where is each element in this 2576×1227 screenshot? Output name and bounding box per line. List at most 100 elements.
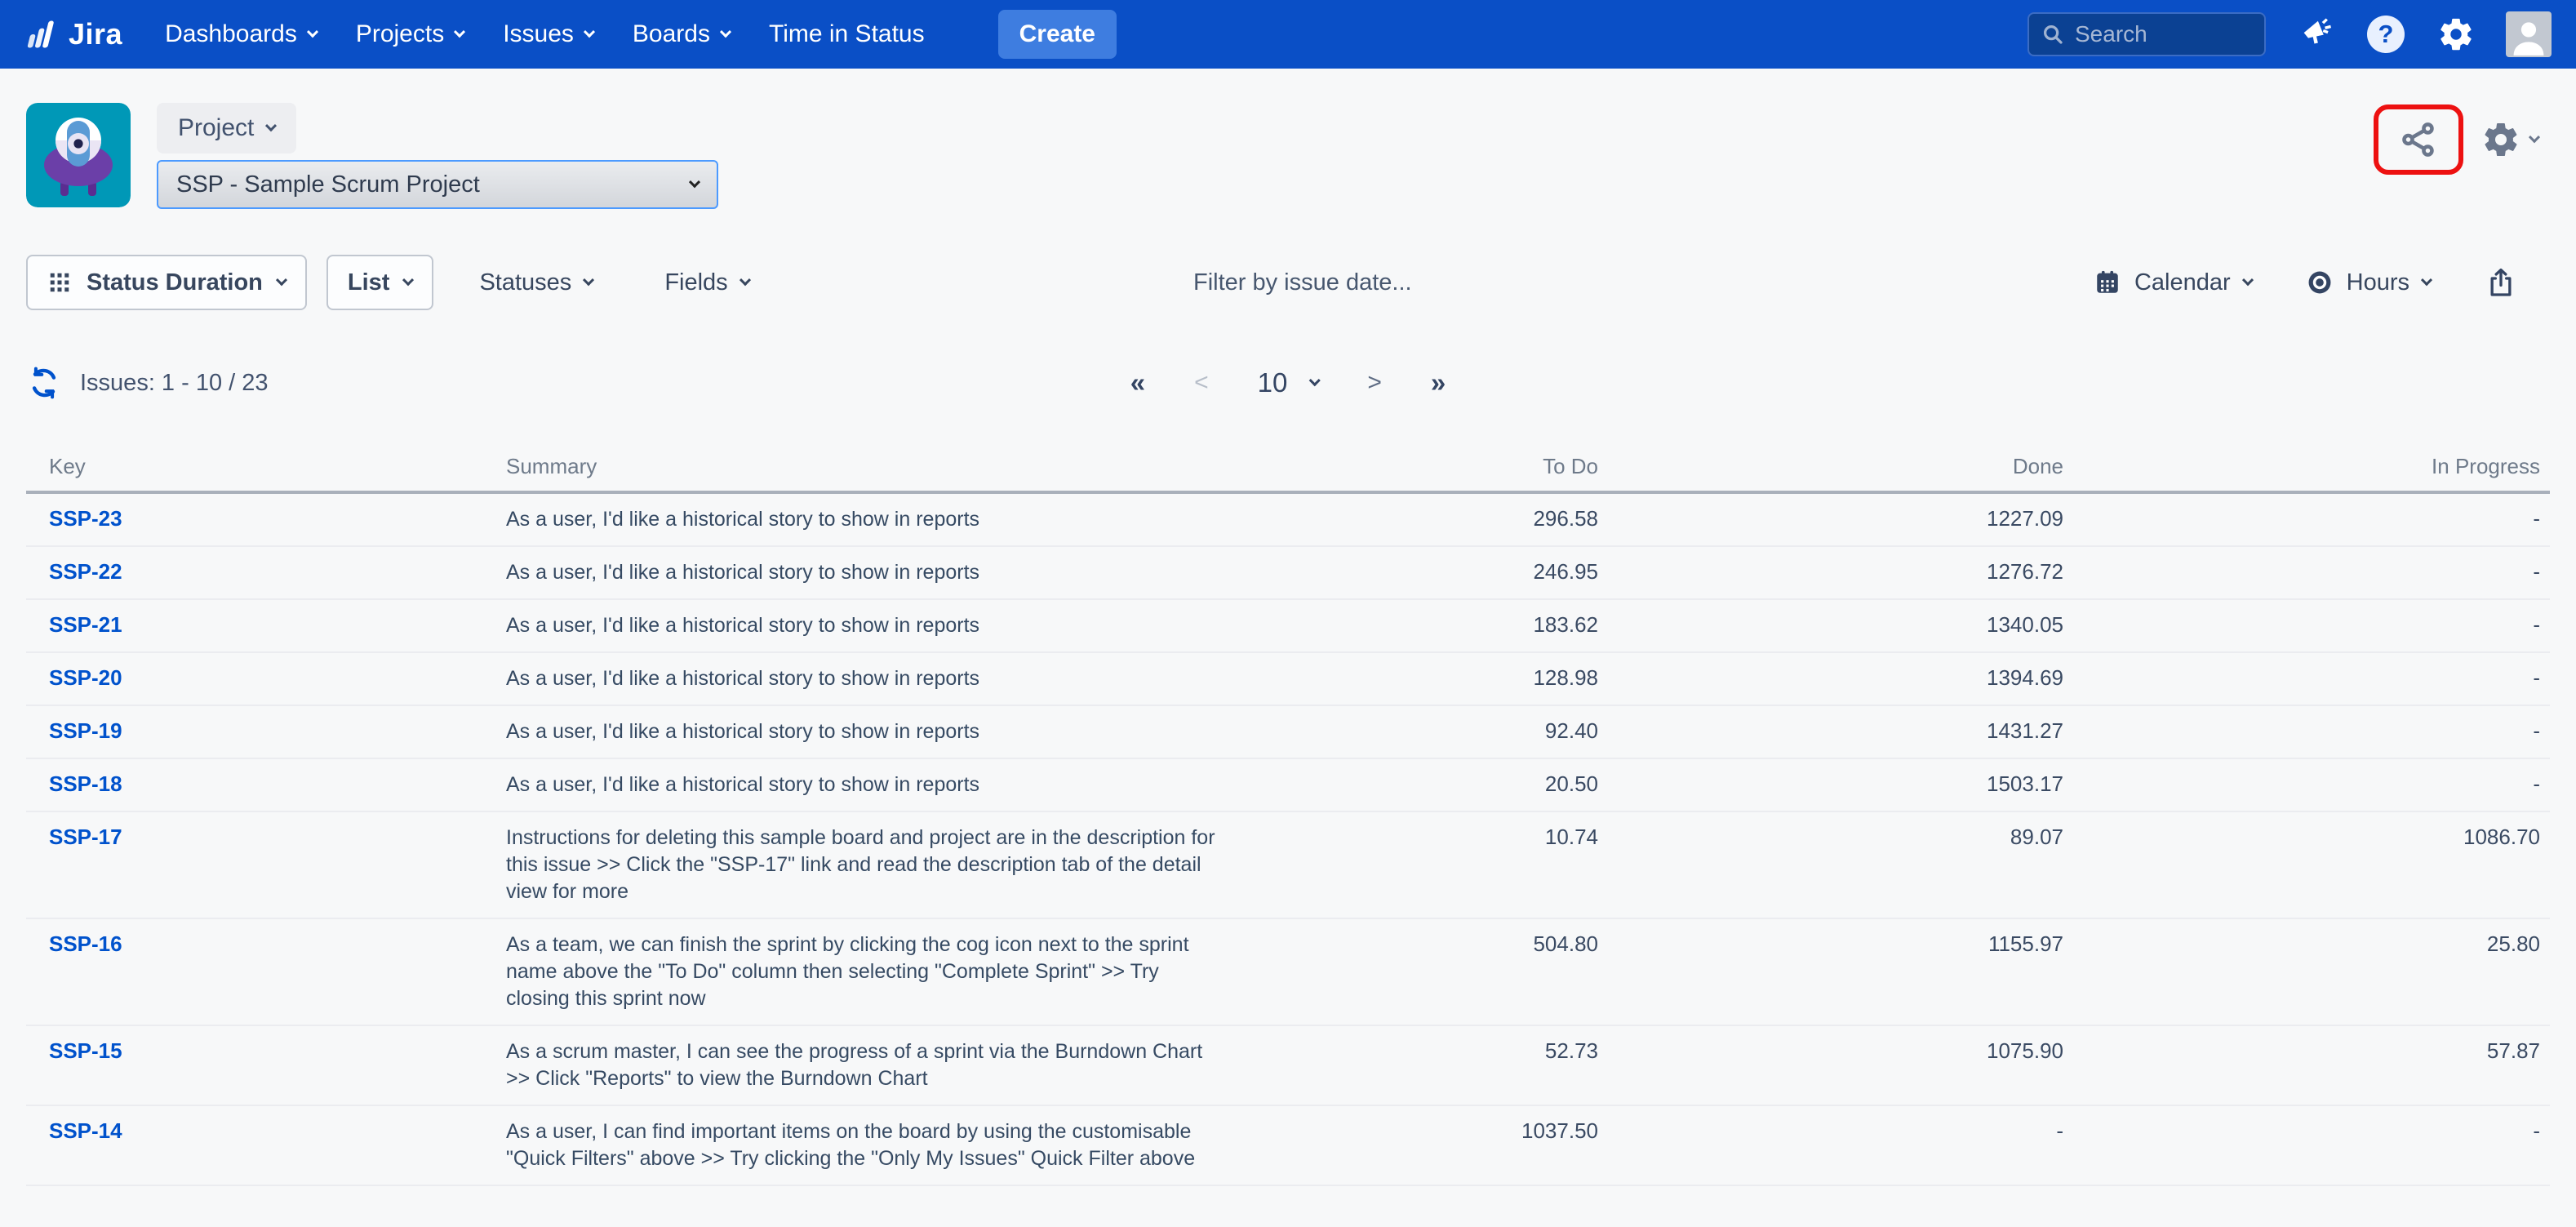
issue-key-link[interactable]: SSP-15	[26, 1038, 122, 1064]
nav-item-label: Dashboards	[165, 20, 297, 48]
nav-menu: Dashboards Projects Issues Boards Time i…	[165, 10, 1117, 59]
chevron-down-icon	[689, 176, 700, 188]
statuses-label: Statuses	[479, 269, 571, 296]
calendar-label: Calendar	[2134, 269, 2231, 296]
pagination-first[interactable]: «	[1130, 367, 1145, 398]
done-value: 1227.09	[1608, 506, 2073, 531]
calendar-dropdown[interactable]: Calendar	[2094, 269, 2252, 296]
issue-summary: As a scrum master, I can see the progres…	[506, 1038, 1216, 1092]
statuses-dropdown[interactable]: Statuses	[479, 269, 593, 296]
header-actions	[2374, 104, 2538, 175]
pagination-last[interactable]: »	[1431, 367, 1446, 398]
export-button[interactable]	[2485, 266, 2517, 299]
issue-key-link[interactable]: SSP-17	[26, 825, 122, 850]
create-button[interactable]: Create	[998, 10, 1117, 59]
in-progress-value: 57.87	[2073, 1038, 2550, 1064]
todo-value: 92.40	[1241, 718, 1608, 744]
help-icon[interactable]: ?	[2365, 14, 2406, 55]
report-type-dropdown[interactable]: Status Duration	[26, 255, 307, 310]
nav-item-time-in-status[interactable]: Time in Status	[769, 20, 925, 48]
issue-summary: As a user, I'd like a historical story t…	[506, 559, 1216, 586]
todo-value: 504.80	[1241, 931, 1608, 957]
page-size-dropdown[interactable]: 10	[1258, 367, 1319, 398]
brand-name: Jira	[69, 17, 122, 51]
chevron-down-icon	[402, 274, 414, 286]
page-settings-button[interactable]	[2481, 120, 2538, 159]
top-nav: Jira Dashboards Projects Issues Boards T…	[0, 0, 2576, 69]
column-header-todo: To Do	[1241, 454, 1608, 479]
todo-value: 128.98	[1241, 665, 1608, 691]
chevron-down-icon	[720, 26, 731, 38]
issue-key-link[interactable]: SSP-23	[26, 506, 122, 531]
in-progress-value: 25.80	[2073, 931, 2550, 957]
search-input[interactable]	[2075, 21, 2253, 47]
key-cell: SSP-23	[26, 506, 506, 531]
issue-key-link[interactable]: SSP-22	[26, 559, 122, 585]
nav-item-dashboards[interactable]: Dashboards	[165, 20, 317, 48]
nav-item-label: Boards	[633, 20, 710, 48]
project-select[interactable]: SSP - Sample Scrum Project	[157, 160, 718, 209]
todo-value: 246.95	[1241, 559, 1608, 585]
nav-item-issues[interactable]: Issues	[503, 20, 593, 48]
key-cell: SSP-15	[26, 1038, 506, 1064]
report-type-label: Status Duration	[87, 269, 263, 296]
column-header-key: Key	[26, 454, 506, 479]
project-selector-group: Project SSP - Sample Scrum Project	[157, 103, 718, 209]
chevron-down-icon	[2529, 131, 2540, 143]
nav-item-label: Projects	[356, 20, 444, 48]
key-cell: SSP-14	[26, 1118, 506, 1144]
issue-summary: As a user, I can find important items on…	[506, 1118, 1216, 1172]
issue-key-link[interactable]: SSP-16	[26, 931, 122, 957]
table-row: SSP-22 As a user, I'd like a historical …	[26, 547, 2550, 600]
issue-summary: As a team, we can finish the sprint by c…	[506, 931, 1216, 1012]
issue-key-link[interactable]: SSP-19	[26, 718, 122, 744]
share-button[interactable]	[2398, 119, 2439, 160]
table-row: SSP-21 As a user, I'd like a historical …	[26, 600, 2550, 653]
in-progress-value: -	[2073, 718, 2550, 744]
issue-key-link[interactable]: SSP-21	[26, 612, 122, 638]
admin-gear-icon[interactable]	[2436, 14, 2476, 55]
table-row: SSP-18 As a user, I'd like a historical …	[26, 759, 2550, 812]
nav-item-projects[interactable]: Projects	[356, 20, 464, 48]
refresh-icon[interactable]	[26, 365, 62, 401]
issue-summary: As a user, I'd like a historical story t…	[506, 612, 1216, 639]
chevron-down-icon	[584, 26, 595, 38]
key-cell: SSP-16	[26, 931, 506, 957]
done-value: 1075.90	[1608, 1038, 2073, 1064]
calendar-icon	[2094, 269, 2121, 296]
scope-dropdown-button[interactable]: Project	[157, 103, 296, 153]
help-glyph: ?	[2367, 16, 2405, 53]
key-cell: SSP-17	[26, 825, 506, 850]
issue-key-link[interactable]: SSP-20	[26, 665, 122, 691]
issue-key-link[interactable]: SSP-14	[26, 1118, 122, 1144]
nav-right-cluster: ?	[2027, 11, 2552, 57]
gear-icon	[2481, 120, 2520, 159]
column-header-in-progress: In Progress	[2073, 454, 2550, 479]
todo-value: 1037.50	[1241, 1118, 1608, 1144]
view-dropdown[interactable]: List	[326, 255, 434, 310]
feedback-megaphone-icon[interactable]	[2295, 14, 2336, 55]
view-label: List	[348, 269, 390, 296]
pagination: « < 10 > »	[1130, 367, 1446, 398]
nav-item-label: Issues	[503, 20, 574, 48]
nav-item-boards[interactable]: Boards	[633, 20, 730, 48]
grid-icon	[47, 270, 72, 295]
issues-count-group: Issues: 1 - 10 / 23	[26, 365, 269, 401]
issue-date-filter-input[interactable]	[1193, 269, 1683, 296]
pagination-prev[interactable]: <	[1194, 369, 1209, 397]
report-toolbar: Status Duration List Statuses Fields	[0, 255, 2576, 310]
fields-dropdown[interactable]: Fields	[664, 269, 748, 296]
in-progress-value: -	[2073, 1118, 2550, 1144]
chevron-down-icon	[307, 26, 318, 38]
issues-table: Key Summary To Do Done In Progress SSP-2…	[26, 454, 2550, 1186]
issue-key-link[interactable]: SSP-18	[26, 771, 122, 797]
user-avatar[interactable]	[2506, 11, 2552, 57]
chevron-down-icon	[265, 120, 277, 131]
jira-logo-icon	[24, 16, 60, 52]
units-dropdown[interactable]: Hours	[2306, 269, 2431, 296]
table-row: SSP-17 Instructions for deleting this sa…	[26, 812, 2550, 919]
chevron-down-icon	[276, 274, 287, 286]
column-header-done: Done	[1608, 454, 2073, 479]
pagination-next[interactable]: >	[1367, 369, 1382, 397]
jira-home-link[interactable]: Jira	[24, 16, 122, 52]
